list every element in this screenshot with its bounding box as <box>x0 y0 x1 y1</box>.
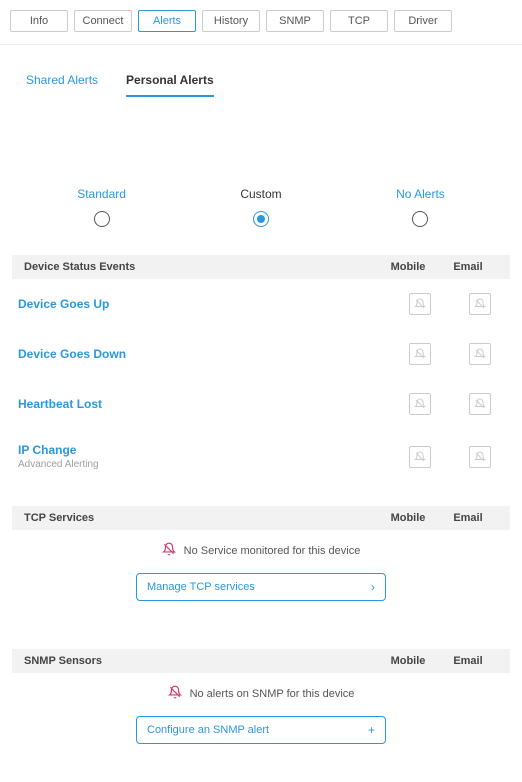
event-row: Device Goes Up <box>12 279 510 329</box>
radio-noalerts-label: No Alerts <box>396 187 445 201</box>
event-name[interactable]: Device Goes Up <box>18 297 390 311</box>
radio-icon <box>94 211 110 227</box>
tab-info[interactable]: Info <box>10 10 68 32</box>
tab-history[interactable]: History <box>202 10 260 32</box>
bell-off-icon <box>414 298 426 310</box>
radio-standard[interactable]: Standard <box>77 187 126 227</box>
subtab-shared-alerts[interactable]: Shared Alerts <box>26 73 98 97</box>
configure-snmp-button[interactable]: Configure an SNMP alert + <box>136 716 386 744</box>
bell-off-icon <box>474 348 486 360</box>
section-title: TCP Services <box>24 512 378 524</box>
radio-noalerts[interactable]: No Alerts <box>396 187 445 227</box>
bell-off-icon <box>474 398 486 410</box>
tcp-services-header: TCP Services Mobile Email <box>12 506 510 530</box>
toggle-mobile[interactable] <box>409 393 431 415</box>
event-subtitle: Advanced Alerting <box>18 459 390 470</box>
tab-alerts[interactable]: Alerts <box>138 10 196 32</box>
snmp-sensors-header: SNMP Sensors Mobile Email <box>12 649 510 673</box>
tcp-empty-text: No Service monitored for this device <box>184 545 361 557</box>
tab-snmp[interactable]: SNMP <box>266 10 324 32</box>
configure-snmp-label: Configure an SNMP alert <box>147 724 269 736</box>
radio-custom[interactable]: Custom <box>240 187 281 227</box>
alert-profile-radios: Standard Custom No Alerts <box>0 97 522 255</box>
toggle-mobile[interactable] <box>409 446 431 468</box>
section-title: Device Status Events <box>24 261 378 273</box>
tab-tcp[interactable]: TCP <box>330 10 388 32</box>
chevron-right-icon: › <box>371 580 375 594</box>
bell-off-icon <box>168 685 182 702</box>
toggle-email[interactable] <box>469 293 491 315</box>
tcp-empty-state: No Service monitored for this device <box>0 530 522 573</box>
manage-tcp-label: Manage TCP services <box>147 581 255 593</box>
alerts-subtabs: Shared Alerts Personal Alerts <box>0 45 522 97</box>
manage-tcp-button[interactable]: Manage TCP services › <box>136 573 386 601</box>
col-header-mobile: Mobile <box>378 261 438 273</box>
toggle-email[interactable] <box>469 393 491 415</box>
bell-off-icon <box>414 451 426 463</box>
snmp-empty-state: No alerts on SNMP for this device <box>0 673 522 716</box>
col-header-mobile: Mobile <box>378 512 438 524</box>
device-status-rows: Device Goes Up Device Goes Down Heartbea… <box>0 279 522 484</box>
toggle-email[interactable] <box>469 343 491 365</box>
tab-connect[interactable]: Connect <box>74 10 132 32</box>
bell-off-icon <box>162 542 176 559</box>
bell-off-icon <box>414 398 426 410</box>
event-name[interactable]: IP Change <box>18 443 390 457</box>
tab-driver[interactable]: Driver <box>394 10 452 32</box>
device-status-header: Device Status Events Mobile Email <box>12 255 510 279</box>
col-header-email: Email <box>438 655 498 667</box>
top-tab-strip: Info Connect Alerts History SNMP TCP Dri… <box>0 0 522 45</box>
bell-off-icon <box>474 451 486 463</box>
event-row: IP Change Advanced Alerting <box>12 429 510 484</box>
radio-standard-label: Standard <box>77 187 126 201</box>
radio-icon <box>412 211 428 227</box>
radio-custom-label: Custom <box>240 187 281 201</box>
col-header-email: Email <box>438 512 498 524</box>
event-name[interactable]: Heartbeat Lost <box>18 397 390 411</box>
subtab-personal-alerts[interactable]: Personal Alerts <box>126 73 214 97</box>
bell-off-icon <box>474 298 486 310</box>
col-header-mobile: Mobile <box>378 655 438 667</box>
snmp-empty-text: No alerts on SNMP for this device <box>190 688 355 700</box>
section-title: SNMP Sensors <box>24 655 378 667</box>
toggle-mobile[interactable] <box>409 343 431 365</box>
toggle-email[interactable] <box>469 446 491 468</box>
event-row: Heartbeat Lost <box>12 379 510 429</box>
col-header-email: Email <box>438 261 498 273</box>
radio-icon <box>253 211 269 227</box>
event-row: Device Goes Down <box>12 329 510 379</box>
bell-off-icon <box>414 348 426 360</box>
toggle-mobile[interactable] <box>409 293 431 315</box>
plus-icon: + <box>368 723 375 737</box>
event-name[interactable]: Device Goes Down <box>18 347 390 361</box>
